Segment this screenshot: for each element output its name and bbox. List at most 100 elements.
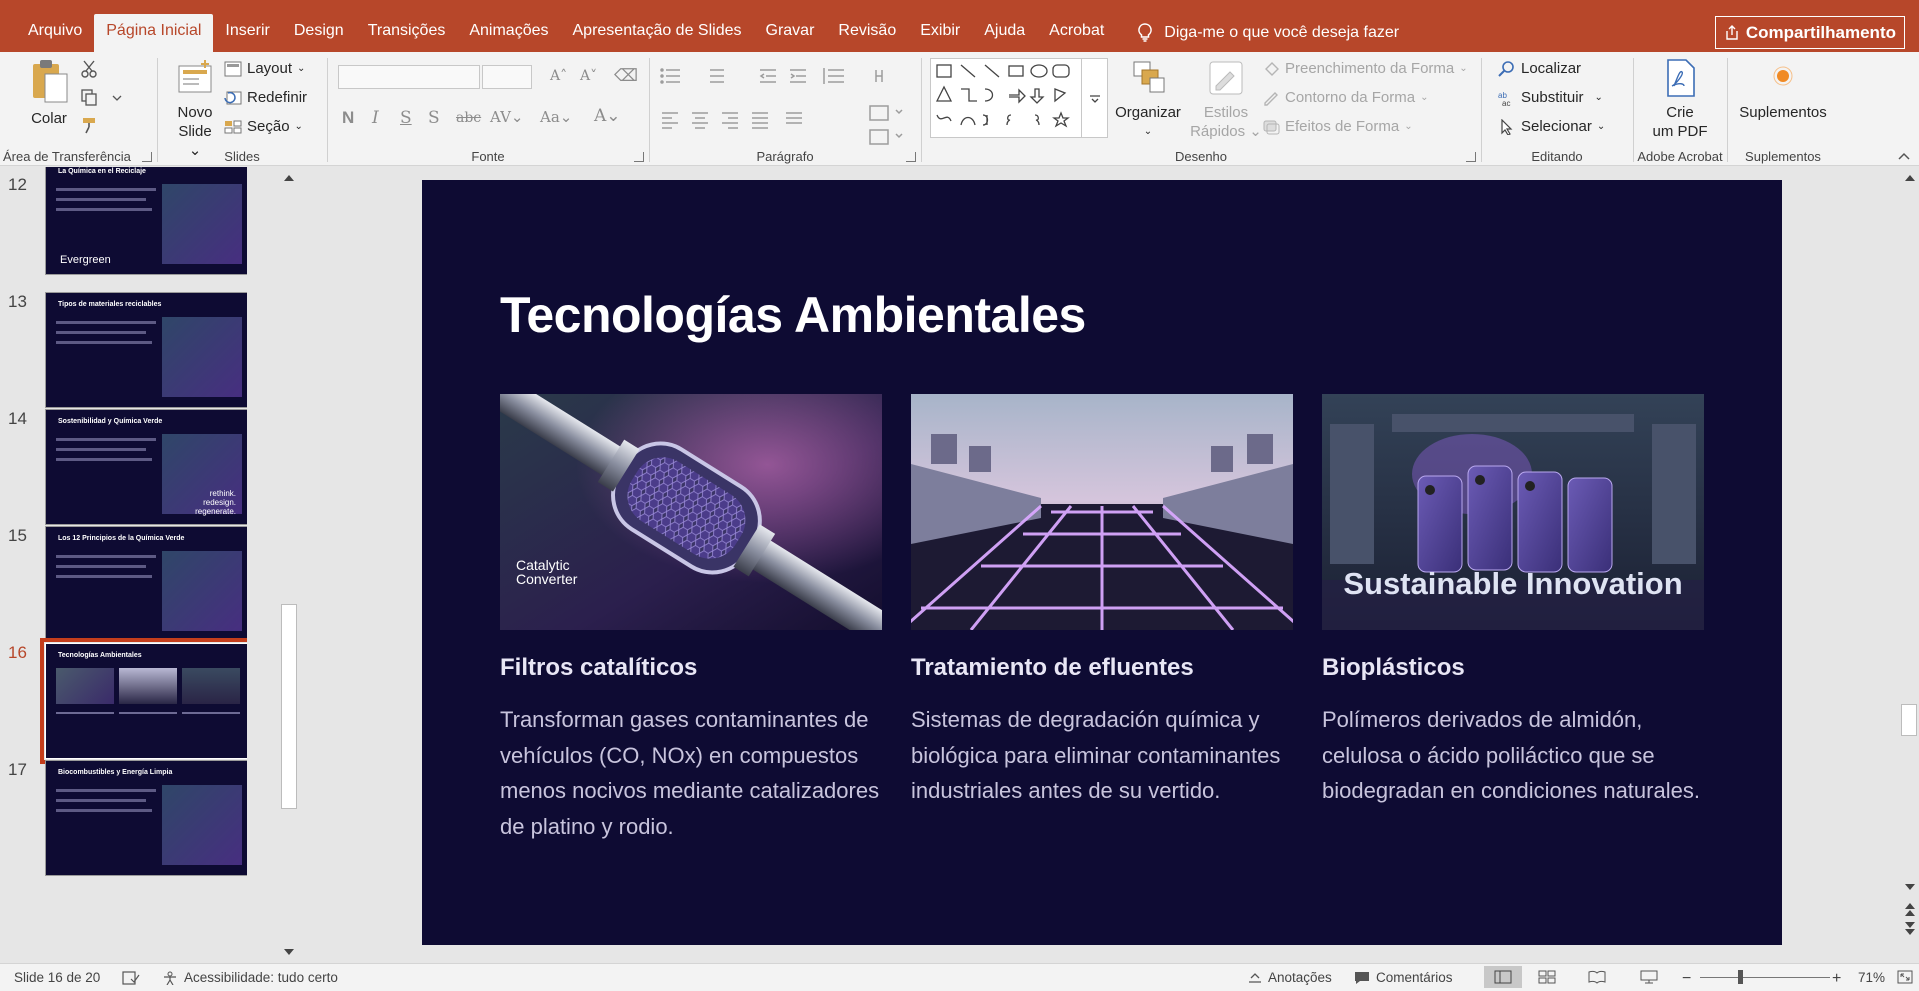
clear-format-icon[interactable]: ⌫ <box>614 66 638 86</box>
zoom-slider[interactable] <box>1700 977 1830 978</box>
slide-editing-area: Tecnologías Ambientales Catalytic Conver… <box>300 167 1900 963</box>
tab-arquivo[interactable]: Arquivo <box>16 14 94 52</box>
zoom-in-button[interactable]: + <box>1832 970 1841 988</box>
arrange-button[interactable]: Organizar ⌄ <box>1110 58 1186 141</box>
char-spacing-icon[interactable]: AV⌄ <box>490 108 524 126</box>
zoom-out-button[interactable]: − <box>1682 970 1691 988</box>
change-case-icon[interactable]: Aa⌄ <box>540 108 572 126</box>
card-bioplastics[interactable]: Sustainable Innovation Bioplásticos Polí… <box>1322 394 1704 809</box>
thumbnail-number: 13 <box>8 292 27 311</box>
font-size-combo[interactable] <box>482 65 532 89</box>
comments-button[interactable]: Comentários <box>1354 970 1453 985</box>
shape-effects-icon <box>1263 120 1280 134</box>
replace-button[interactable]: ab ac Substituir ⌄ <box>1498 89 1603 106</box>
slide-scroll-thumb[interactable] <box>1901 704 1917 736</box>
paragraph-icons-row1[interactable] <box>660 66 910 86</box>
thumbnails-scroll-thumb[interactable] <box>281 604 297 809</box>
slide-sorter-icon[interactable] <box>1538 970 1556 984</box>
slide-thumbnail[interactable]: Tecnologías Ambientales <box>40 638 247 764</box>
font-color-icon[interactable]: A⌄ <box>594 106 621 126</box>
strikethrough-icon[interactable]: abc <box>456 110 481 126</box>
tab-animações[interactable]: Animações <box>457 14 560 52</box>
slide-thumbnail[interactable]: Tipos de materiales reciclables <box>45 292 247 408</box>
spelling-check-icon[interactable] <box>122 971 140 985</box>
shadow-icon[interactable]: S <box>428 108 440 128</box>
tab-design[interactable]: Design <box>282 14 356 52</box>
slide-thumbnail[interactable]: Biocombustibles y Energía Limpia <box>45 760 247 876</box>
tab-apresentação-de-slides[interactable]: Apresentação de Slides <box>561 14 754 52</box>
card-catalytic-filters[interactable]: Catalytic Converter Filtros catalíticos … <box>500 394 882 844</box>
normal-view-button[interactable] <box>1484 966 1522 988</box>
font-name-combo[interactable] <box>338 65 480 89</box>
tab-exibir[interactable]: Exibir <box>908 14 972 52</box>
drawing-launcher-icon[interactable] <box>1466 152 1476 162</box>
format-painter-icon[interactable] <box>80 116 98 134</box>
thumbnails-scrollbar[interactable] <box>279 167 299 963</box>
zoom-level[interactable]: 71% <box>1858 970 1885 985</box>
cut-icon[interactable] <box>80 60 98 78</box>
create-pdf-label-line2: um PDF <box>1652 123 1708 140</box>
text-direction-icons[interactable] <box>866 100 906 150</box>
font-launcher-icon[interactable] <box>634 152 644 162</box>
section-button[interactable]: Seção ⌄ <box>224 118 303 135</box>
addins-button[interactable]: Suplementos <box>1730 58 1836 122</box>
accessibility-status[interactable]: Acessibilidade: tudo certo <box>162 970 338 985</box>
quick-styles-button[interactable]: Estilos Rápidos ⌄ <box>1190 58 1262 141</box>
card-effluent-treatment[interactable]: Tratamiento de efluentes Sistemas de deg… <box>911 394 1293 809</box>
notes-button[interactable]: Anotações <box>1248 970 1332 985</box>
layout-button[interactable]: Layout ⌄ <box>224 60 305 77</box>
shape-fill-button[interactable]: Preenchimento da Forma ⌄ <box>1262 60 1468 77</box>
share-button[interactable]: Compartilhamento <box>1714 16 1905 49</box>
thumbnail-number: 14 <box>8 409 27 428</box>
shape-outline-button[interactable]: Contorno da Forma ⌄ <box>1262 89 1428 106</box>
slide-thumbnail[interactable]: Los 12 Principios de la Química Verde <box>45 526 247 642</box>
alignment-icons-row[interactable] <box>660 110 820 130</box>
collapse-ribbon-icon[interactable] <box>1897 151 1911 161</box>
slide-thumbnail[interactable]: La Química en el Reciclaje Evergreen <box>45 167 247 275</box>
new-slide-button[interactable]: Novo Slide ⌄ <box>170 58 220 160</box>
clipboard-launcher-icon[interactable] <box>142 152 152 162</box>
previous-slide-icon[interactable] <box>1903 901 1917 917</box>
bold-icon[interactable]: N <box>342 108 354 128</box>
reset-button[interactable]: Redefinir <box>224 89 307 106</box>
tab-página-inicial[interactable]: Página Inicial <box>94 14 214 52</box>
shapes-more-button[interactable] <box>1081 59 1107 137</box>
fit-slide-icon[interactable] <box>1897 970 1913 984</box>
paragraph-launcher-icon[interactable] <box>906 152 916 162</box>
select-button[interactable]: Selecionar ⌄ <box>1498 118 1605 135</box>
decrease-font-icon[interactable]: A˅ <box>580 68 597 84</box>
reading-view-icon[interactable] <box>1588 970 1606 984</box>
slide-title[interactable]: Tecnologías Ambientales <box>500 286 1086 344</box>
shape-effects-button[interactable]: Efeitos de Forma ⌄ <box>1262 118 1413 135</box>
next-slide-icon[interactable] <box>1903 921 1917 937</box>
find-button[interactable]: Localizar <box>1498 60 1581 77</box>
slide-thumbnails-pane[interactable]: 12 La Química en el Reciclaje Evergreen 13 T… <box>0 167 247 963</box>
paste-button[interactable]: Colar <box>26 58 72 128</box>
tab-gravar[interactable]: Gravar <box>754 14 827 52</box>
shapes-gallery[interactable] <box>930 58 1108 138</box>
slide-scrollbar[interactable] <box>1900 167 1919 963</box>
slide-thumbnail[interactable]: Sostenibilidad y Química Verde rethink. r… <box>45 409 247 525</box>
tab-transições[interactable]: Transições <box>356 14 458 52</box>
tab-ajuda[interactable]: Ajuda <box>972 14 1037 52</box>
slideshow-icon[interactable] <box>1640 970 1658 984</box>
scroll-up-icon[interactable] <box>1904 173 1916 183</box>
notes-icon <box>1249 972 1261 983</box>
tell-me-search[interactable]: Diga-me o que você deseja fazer <box>1136 14 1399 52</box>
increase-font-icon[interactable]: A˄ <box>550 68 567 84</box>
create-pdf-button[interactable]: Crie um PDF <box>1644 58 1716 141</box>
tab-inserir[interactable]: Inserir <box>213 14 281 52</box>
italic-icon[interactable]: I <box>372 108 379 128</box>
scroll-down-icon[interactable] <box>283 947 295 957</box>
copy-icon[interactable] <box>80 88 98 106</box>
slide-counter[interactable]: Slide 16 de 20 <box>14 970 100 985</box>
tab-revisão[interactable]: Revisão <box>826 14 908 52</box>
tab-acrobat[interactable]: Acrobat <box>1037 14 1116 52</box>
zoom-slider-handle[interactable] <box>1738 970 1743 984</box>
comments-label: Comentários <box>1376 970 1453 985</box>
scroll-down-icon[interactable] <box>1904 882 1916 892</box>
scroll-up-icon[interactable] <box>283 173 295 183</box>
chevron-down-icon[interactable] <box>112 94 122 102</box>
underline-icon[interactable]: S <box>400 108 412 128</box>
current-slide[interactable]: Tecnologías Ambientales Catalytic Conver… <box>422 180 1782 945</box>
